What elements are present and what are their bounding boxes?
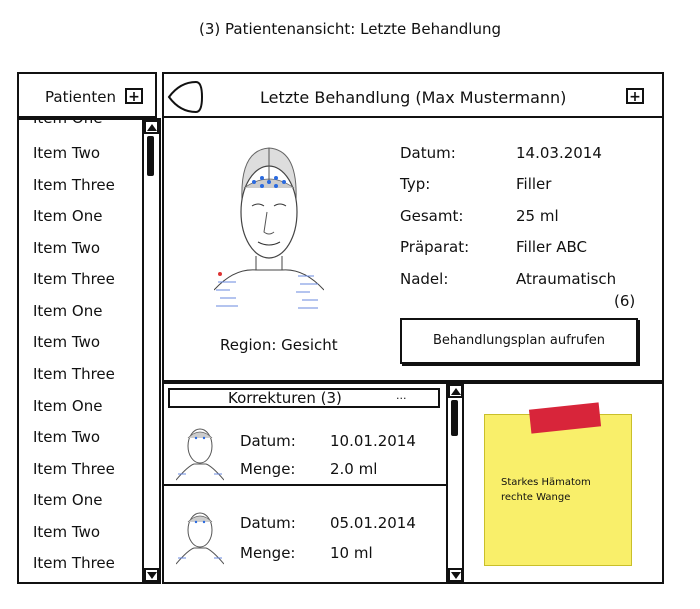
correction-row[interactable]: Datum: 10.01.2014 Menge: 2.0 ml — [164, 412, 448, 486]
list-item[interactable]: Item Three — [33, 270, 115, 288]
add-treatment-button[interactable]: + — [626, 88, 644, 104]
sticky-note-line: rechte Wange — [501, 492, 571, 503]
patient-list-header: Patienten + — [17, 72, 157, 118]
arrow-up-icon — [147, 124, 157, 131]
needle-label: Nadel: — [400, 270, 449, 288]
treatment-details: Region: Gesicht Datum: 14.03.2014 Typ: F… — [162, 118, 664, 382]
sticky-note-text: Starkes Hämatom rechte Wange — [501, 475, 591, 505]
scroll-down-button[interactable] — [144, 568, 159, 582]
correction-row[interactable]: Datum: 05.01.2014 Menge: 10 ml — [164, 486, 448, 565]
list-item[interactable]: Item Two — [33, 333, 100, 351]
preparation-label: Präparat: — [400, 238, 470, 256]
type-value: Filler — [516, 175, 552, 193]
needle-value: Atraumatisch — [516, 270, 617, 288]
correction-qty-value: 2.0 ml — [330, 460, 378, 478]
list-item[interactable]: Item Two — [33, 428, 100, 446]
face-thumbnail-icon — [176, 428, 224, 481]
open-treatment-plan-button[interactable]: Behandlungsplan aufrufen — [400, 318, 638, 364]
correction-date-label: Datum: — [240, 514, 296, 532]
treatment-title: Letzte Behandlung (Max Mustermann) — [260, 88, 567, 107]
total-label: Gesamt: — [400, 207, 464, 225]
list-item[interactable]: Item One — [33, 397, 102, 415]
list-item[interactable]: Item One — [33, 302, 102, 320]
correction-date-label: Datum: — [240, 432, 296, 450]
note-panel: Starkes Hämatom rechte Wange — [464, 382, 664, 584]
list-item[interactable]: Item Three — [33, 460, 115, 478]
scroll-up-button[interactable] — [144, 120, 159, 134]
scroll-down-button[interactable] — [448, 568, 462, 582]
corrections-scrollbar[interactable] — [446, 384, 462, 582]
list-item[interactable]: Item Three — [33, 554, 115, 572]
face-thumbnail-icon — [176, 512, 224, 565]
correction-date-value: 10.01.2014 — [330, 432, 416, 450]
list-item[interactable]: Item Three — [33, 365, 115, 383]
add-patient-button[interactable]: + — [125, 88, 143, 104]
list-item[interactable]: Item Two — [33, 523, 100, 541]
date-label: Datum: — [400, 144, 456, 162]
type-label: Typ: — [400, 175, 431, 193]
list-item[interactable]: Item One — [33, 120, 102, 127]
page-title: (3) Patientenansicht: Letzte Behandlung — [198, 20, 502, 38]
corrections-header[interactable]: Korrekturen (3) ... — [168, 388, 440, 408]
treatment-header: Letzte Behandlung (Max Mustermann) + — [162, 72, 664, 118]
ellipsis-label: ... — [396, 389, 407, 402]
list-item[interactable]: Item One — [33, 207, 102, 225]
preparation-value: Filler ABC — [516, 238, 587, 256]
sticky-note[interactable]: Starkes Hämatom rechte Wange — [484, 414, 632, 566]
correction-qty-label: Menge: — [240, 460, 296, 478]
list-item[interactable]: Item Two — [33, 239, 100, 257]
corrections-panel: Korrekturen (3) ... Datum: 10.01.2014 Me… — [162, 382, 464, 584]
patient-list-scrollbar[interactable] — [142, 120, 159, 582]
scroll-thumb[interactable] — [451, 400, 458, 436]
corrections-title: Korrekturen (3) — [228, 389, 342, 407]
arrow-down-icon — [147, 572, 157, 579]
total-value: 25 ml — [516, 207, 559, 225]
marker-label: (6) — [614, 292, 636, 310]
patient-list-title: Patienten — [45, 88, 116, 106]
arrow-down-icon — [451, 572, 461, 579]
face-diagram-icon — [214, 147, 324, 309]
scroll-thumb[interactable] — [147, 136, 154, 176]
scroll-up-button[interactable] — [448, 384, 462, 398]
patient-list: Item One Item Two Item Three Item One It… — [17, 118, 161, 584]
list-item[interactable]: Item Two — [33, 144, 100, 162]
arrow-up-icon — [451, 388, 461, 395]
correction-date-value: 05.01.2014 — [330, 514, 416, 532]
correction-qty-label: Menge: — [240, 544, 296, 562]
date-value: 14.03.2014 — [516, 144, 602, 162]
back-icon[interactable] — [166, 78, 204, 116]
sticky-note-line: Starkes Hämatom — [501, 477, 591, 488]
list-item[interactable]: Item One — [33, 491, 102, 509]
correction-qty-value: 10 ml — [330, 544, 373, 562]
list-item[interactable]: Item Three — [33, 176, 115, 194]
region-label: Region: Gesicht — [220, 336, 338, 354]
